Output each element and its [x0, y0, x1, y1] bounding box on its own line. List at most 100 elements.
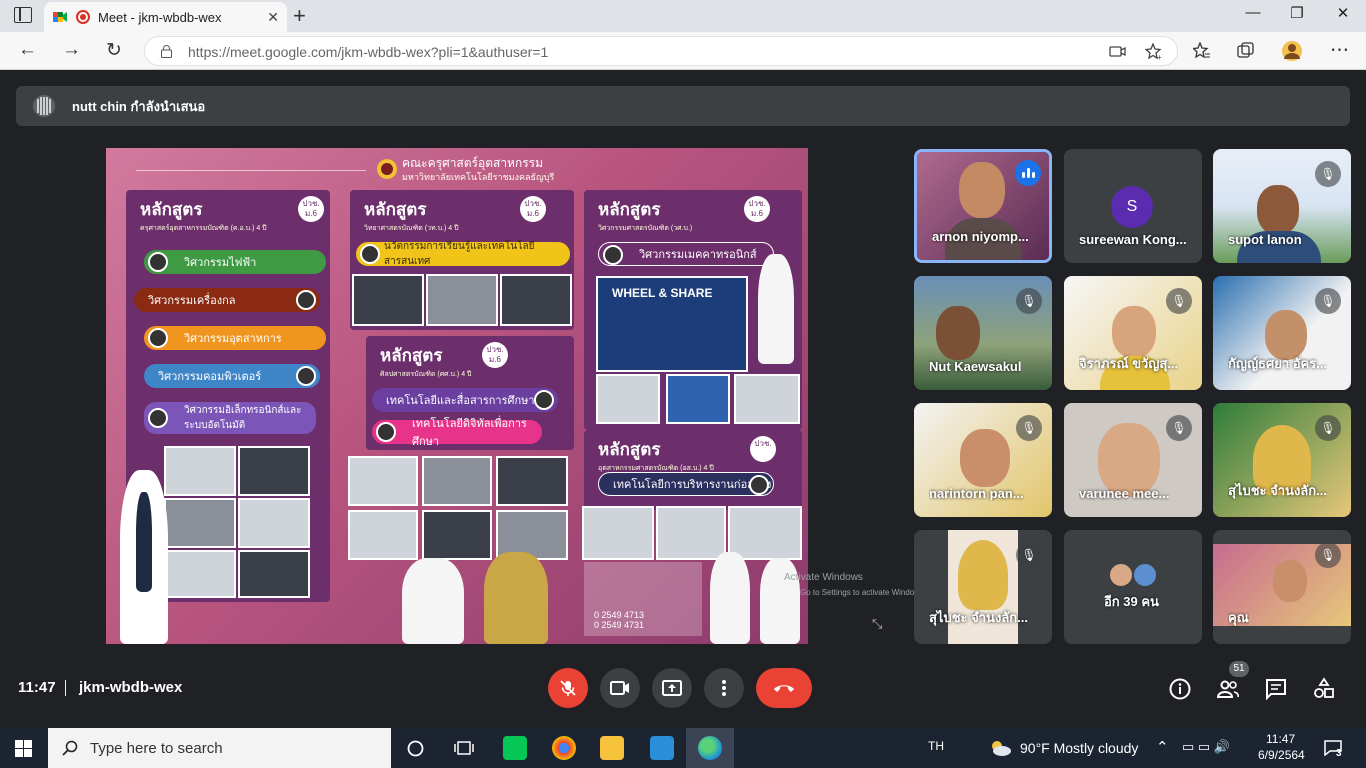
weather-text[interactable]: 90°F Mostly cloudy: [1020, 740, 1138, 756]
tray-icons[interactable]: ▭ ▭ 🔊: [1182, 739, 1230, 755]
edge-app-icon[interactable]: [698, 736, 722, 760]
close-window-button[interactable]: ✕: [1320, 4, 1366, 22]
program-item: วิศวกรรมไฟฟ้า: [144, 250, 326, 274]
gear-icon: [360, 244, 380, 264]
activities-icon[interactable]: [1312, 677, 1336, 701]
slide-photo: [238, 446, 310, 496]
maximize-button[interactable]: ❐: [1274, 4, 1320, 22]
camera-blocked-icon[interactable]: [1109, 45, 1126, 58]
slide-photo: [238, 498, 310, 548]
slide-photo: [164, 550, 236, 598]
mic-toggle-button[interactable]: [548, 668, 588, 708]
taskbar-date[interactable]: 6/9/2564: [1258, 748, 1305, 762]
participant-tile[interactable]: S sureewan Kong...: [1064, 149, 1202, 263]
mic-muted-icon: 🎙: [1016, 288, 1042, 314]
gear-icon: [148, 252, 168, 272]
participant-tile[interactable]: 🎙 narintorn pan...: [914, 403, 1052, 517]
profile-icon[interactable]: [1281, 40, 1303, 62]
participant-face: [1273, 560, 1307, 602]
participant-name: สุไบชะ จำนงลัก...: [1228, 483, 1327, 498]
university-logo: [377, 159, 397, 179]
file-explorer-icon[interactable]: [600, 736, 624, 760]
leave-call-button[interactable]: [756, 668, 812, 708]
photos-app-icon[interactable]: [650, 736, 674, 760]
program-item: วิศวกรรมคอมพิวเตอร์: [144, 364, 320, 388]
windows-taskbar: Type here to search TH 90°F Mostly cloud…: [0, 728, 1366, 768]
student-figure: [710, 552, 750, 644]
program-subtitle: ครุศาสตร์อุตสาหกรรมบัณฑิต (ค.อ.บ.) 4 ปี: [140, 225, 267, 232]
weather-cloud-icon[interactable]: [988, 739, 1012, 757]
participant-face: [1112, 306, 1156, 358]
url-field[interactable]: https://meet.google.com/jkm-wbdb-wex?pli…: [144, 36, 1178, 66]
add-favorite-icon[interactable]: +: [1145, 43, 1163, 61]
program-item: วิศวกรรมอิเล็กทรอนิกส์และระบบอัตโนมัติ: [144, 402, 316, 434]
favorites-icon[interactable]: [1193, 42, 1211, 60]
taskbar-search-box[interactable]: Type here to search: [48, 728, 391, 768]
participant-tile[interactable]: 🎙 supot lanon: [1213, 149, 1351, 263]
svg-text:+: +: [1157, 53, 1162, 61]
reload-icon[interactable]: ↻: [106, 39, 122, 62]
forward-arrow-icon[interactable]: →: [62, 39, 81, 61]
slide-photo: [426, 274, 498, 326]
presented-slide: คณะครุศาสตร์อุตสาหกรรม มหาวิทยาลัยเทคโนโ…: [106, 148, 808, 644]
mic-muted-icon: 🎙: [1315, 161, 1341, 187]
tab-actions-icon[interactable]: [14, 7, 32, 23]
participant-face: [960, 429, 1010, 487]
collections-icon[interactable]: [1237, 42, 1255, 60]
tab-meet[interactable]: Meet - jkm-wbdb-wex ✕: [44, 2, 287, 32]
mic-muted-icon: 🎙: [1166, 415, 1192, 441]
mic-off-icon: [560, 680, 576, 696]
participant-tile[interactable]: 🎙 varunee mee...: [1064, 403, 1202, 517]
gear-icon: [296, 290, 316, 310]
more-participants-tile[interactable]: อีก 39 คน: [1064, 530, 1202, 644]
chrome-app-icon[interactable]: [552, 736, 576, 760]
program-column-2: หลักสูตร วิทยาศาสตรบัณฑิต (วท.บ.) 4 ปี ป…: [350, 190, 574, 330]
program-title: หลักสูตร: [598, 200, 661, 219]
present-screen-icon: [662, 680, 682, 696]
taskbar-time[interactable]: 11:47: [1266, 732, 1295, 746]
cortana-icon[interactable]: [407, 740, 424, 757]
student-figure: [484, 552, 548, 644]
mic-muted-icon: 🎙: [1016, 542, 1042, 568]
gear-icon: [749, 475, 769, 495]
minimize-button[interactable]: —: [1230, 4, 1276, 21]
speaking-indicator-icon: [1015, 160, 1041, 186]
participant-face: [958, 540, 1008, 610]
participant-tile[interactable]: 🎙 กัญญ์ธศยา อัคร...: [1213, 276, 1351, 390]
participant-tile[interactable]: 🎙 Nut Kaewsakul: [914, 276, 1052, 390]
tab-close-icon[interactable]: ✕: [267, 9, 279, 26]
participant-tile[interactable]: 🎙 สุไบชะ จำนงลัก...: [914, 530, 1052, 644]
slide-photo: [496, 456, 568, 506]
slide-photo: [500, 274, 572, 326]
people-icon[interactable]: [1216, 677, 1240, 701]
mic-muted-icon: 🎙: [1315, 288, 1341, 314]
chevron-up-icon[interactable]: ⌃: [1156, 738, 1169, 756]
more-menu-icon[interactable]: ⋯: [1330, 39, 1349, 62]
recording-icon: [76, 10, 90, 24]
participant-tile[interactable]: 🎙 คุณ: [1213, 530, 1351, 644]
participant-name: narintorn pan...: [929, 486, 1024, 501]
presenter-avatar-icon: [33, 95, 55, 117]
task-view-icon[interactable]: [454, 739, 474, 757]
input-language[interactable]: TH: [928, 739, 944, 753]
program-badge: ปวช. ม.6: [520, 196, 546, 222]
search-placeholder: Type here to search: [90, 739, 223, 757]
windows-start-icon[interactable]: [15, 740, 32, 757]
more-options-button[interactable]: [704, 668, 744, 708]
slide-photo: [238, 550, 310, 598]
new-tab-button[interactable]: +: [293, 5, 306, 27]
program-item-label: เทคโนโลยีและสื่อสารการศึกษา: [386, 395, 535, 407]
line-app-icon[interactable]: [503, 736, 527, 760]
back-arrow-icon[interactable]: ←: [18, 39, 37, 61]
present-screen-button[interactable]: [652, 668, 692, 708]
program-item: วิศวกรรมอุตสาหการ: [144, 326, 326, 350]
meeting-details-icon[interactable]: [1168, 677, 1192, 701]
gear-icon: [296, 366, 316, 386]
participant-tile[interactable]: 🎙 จิราภรณ์ ขวัญสุ...: [1064, 276, 1202, 390]
participant-tile[interactable]: 🎙 สุไบชะ จำนงลัก...: [1213, 403, 1351, 517]
camera-toggle-button[interactable]: [600, 668, 640, 708]
collapse-icon[interactable]: ⤡: [872, 616, 882, 632]
chat-icon[interactable]: [1264, 677, 1288, 701]
student-figure: [760, 558, 800, 644]
participant-tile[interactable]: arnon niyomp...: [914, 149, 1052, 263]
